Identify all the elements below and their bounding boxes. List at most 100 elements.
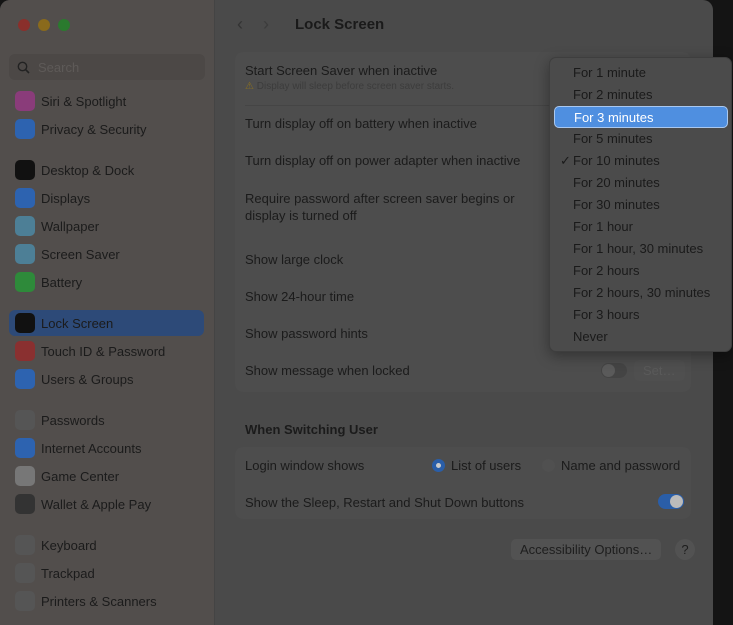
help-button[interactable]: ?	[675, 539, 695, 560]
menu-item-label: For 2 minutes	[573, 87, 653, 102]
sidebar-item-users-groups[interactable]: Users & Groups	[9, 366, 204, 392]
menu-item[interactable]: For 30 minutes	[554, 194, 728, 216]
sidebar-item-desktop-dock[interactable]: Desktop & Dock	[9, 157, 204, 183]
sidebar-item-label: Siri & Spotlight	[41, 93, 127, 109]
sidebar-item-label: Displays	[41, 190, 91, 206]
sidebar-icon	[15, 438, 35, 458]
set-message-button[interactable]: Set…	[634, 360, 685, 381]
sidebar-item-displays[interactable]: Displays	[9, 185, 204, 211]
sidebar-item-label: Battery	[41, 274, 83, 290]
accessibility-options-button[interactable]: Accessibility Options…	[511, 539, 662, 560]
sidebar-item-label: Keyboard	[41, 537, 97, 553]
sidebar-item-label: Printers & Scanners	[41, 593, 157, 609]
sidebar-item-label: Privacy & Security	[41, 121, 147, 137]
menu-item[interactable]: For 2 minutes	[554, 84, 728, 106]
menu-item-label: For 1 hour	[573, 219, 633, 234]
switching-heading: When Switching User	[245, 422, 378, 437]
sidebar-item-game-center[interactable]: Game Center	[9, 463, 204, 489]
sidebar-item-printers-scanners[interactable]: Printers & Scanners	[9, 588, 204, 614]
sidebar-icon	[15, 466, 35, 486]
sidebar-icon	[15, 341, 35, 361]
message-toggle[interactable]	[601, 363, 627, 378]
sidebar-item-label: Trackpad	[41, 565, 95, 581]
sleep-buttons-toggle[interactable]	[658, 494, 684, 509]
search-icon	[17, 61, 30, 74]
sidebar-icon	[15, 244, 35, 264]
menu-item[interactable]: ✓ For 10 minutes	[554, 150, 728, 172]
sidebar-icon	[15, 216, 35, 236]
sidebar-item-wallet-apple-pay[interactable]: Wallet & Apple Pay	[9, 491, 204, 517]
warning-icon: ⚠	[245, 81, 254, 92]
large-clock-label: Show large clock	[245, 252, 344, 267]
power-adapter-label: Turn display off on power adapter when i…	[245, 153, 521, 168]
menu-item[interactable]: For 3 hours	[554, 304, 728, 326]
24-hour-label: Show 24-hour time	[245, 289, 355, 304]
sidebar-item-keyboard[interactable]: Keyboard	[9, 532, 204, 558]
sidebar-icon	[15, 188, 35, 208]
menu-item-label: Never	[573, 329, 608, 344]
sidebar-item-label: Desktop & Dock	[41, 162, 135, 178]
sidebar-icon	[15, 494, 35, 514]
zoom-button[interactable]	[58, 19, 70, 31]
checkmark-icon: ✓	[560, 153, 571, 168]
menu-item[interactable]: For 5 minutes	[554, 128, 728, 150]
menu-item-label: For 10 minutes	[573, 153, 660, 168]
menu-item[interactable]: For 1 hour	[554, 216, 728, 238]
sidebar-item-label: Game Center	[41, 468, 120, 484]
menu-item[interactable]: Never	[554, 326, 728, 348]
sidebar-item-internet-accounts[interactable]: Internet Accounts	[9, 435, 204, 461]
radio-list-of-users[interactable]: List of users	[432, 458, 521, 473]
sidebar-item-label: Wallpaper	[41, 218, 100, 234]
sidebar-item-label: Lock Screen	[41, 315, 114, 331]
menu-item-label: For 3 hours	[573, 307, 640, 322]
menu-item[interactable]: For 1 hour, 30 minutes	[554, 238, 728, 260]
sidebar-item-label: Users & Groups	[41, 371, 134, 387]
screen-saver-label: Start Screen Saver when inactive ⚠ Displa…	[245, 63, 455, 92]
sidebar-item-label: Touch ID & Password	[41, 343, 166, 359]
sidebar-icon	[15, 160, 35, 180]
message-label: Show message when locked	[245, 363, 410, 378]
menu-item-label: For 2 hours	[573, 263, 640, 278]
sidebar-item-screen-saver[interactable]: Screen Saver	[9, 241, 204, 267]
close-button[interactable]	[18, 19, 30, 31]
sidebar-item-label: Wallet & Apple Pay	[41, 496, 152, 512]
menu-item[interactable]: For 1 minute	[554, 62, 728, 84]
menu-item[interactable]: For 2 hours	[554, 260, 728, 282]
sidebar-item-privacy-security[interactable]: Privacy & Security	[9, 116, 204, 142]
sidebar-item-touch-id-password[interactable]: Touch ID & Password	[9, 338, 204, 364]
minimize-button[interactable]	[38, 19, 50, 31]
menu-item[interactable]: For 3 minutes	[554, 106, 728, 128]
menu-item-label: For 20 minutes	[573, 175, 660, 190]
forward-button[interactable]: ›	[263, 14, 269, 35]
sidebar-icon	[15, 563, 35, 583]
search-input[interactable]: Search	[9, 54, 205, 80]
search-placeholder: Search	[38, 59, 80, 75]
sidebar: Search Siri & Spotlight Privacy & Securit…	[0, 0, 215, 625]
window-controls	[18, 19, 70, 31]
sidebar-item-lock-screen[interactable]: Lock Screen	[9, 310, 204, 336]
menu-item-label: For 30 minutes	[573, 197, 660, 212]
sidebar-icon	[15, 410, 35, 430]
menu-item[interactable]: For 20 minutes	[554, 172, 728, 194]
page-title: Lock Screen	[295, 16, 385, 33]
sidebar-item-wallpaper[interactable]: Wallpaper	[9, 213, 204, 239]
sidebar-item-trackpad[interactable]: Trackpad	[9, 560, 204, 586]
sidebar-item-passwords[interactable]: Passwords	[9, 407, 204, 433]
menu-item-label: For 3 minutes	[574, 110, 654, 125]
back-button[interactable]: ‹	[237, 14, 243, 35]
battery-label: Turn display off on battery when inactiv…	[245, 116, 477, 131]
sidebar-item-label: Passwords	[41, 412, 105, 428]
screen-saver-time-menu: For 1 minute For 2 minutes For 3 minutes Fo…	[549, 57, 732, 352]
menu-item-label: For 1 hour, 30 minutes	[573, 241, 704, 256]
sidebar-item-siri-spotlight[interactable]: Siri & Spotlight	[9, 88, 204, 114]
sidebar-icon	[15, 91, 35, 111]
password-hints-label: Show password hints	[245, 326, 368, 341]
radio-name-and-password[interactable]: Name and password	[542, 458, 680, 473]
menu-item[interactable]: For 2 hours, 30 minutes	[554, 282, 728, 304]
sidebar-icon	[15, 591, 35, 611]
login-window-label: Login window shows	[245, 458, 365, 473]
sidebar-icon	[15, 535, 35, 555]
sidebar-icon	[15, 272, 35, 292]
sidebar-icon	[15, 313, 35, 333]
sidebar-item-battery[interactable]: Battery	[9, 269, 204, 295]
